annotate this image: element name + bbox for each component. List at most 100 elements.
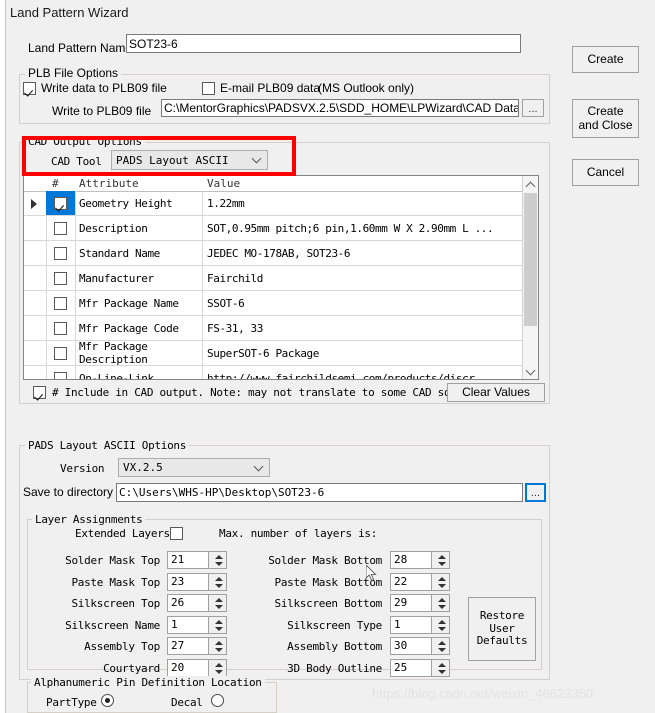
include-in-cad-output-checkbox[interactable] <box>33 386 46 399</box>
cad-tool-dropdown[interactable]: PADS Layout ASCII <box>111 150 268 170</box>
row-include-checkbox[interactable] <box>54 222 67 235</box>
spinner-down-icon[interactable] <box>432 625 449 633</box>
clear-values-button[interactable]: Clear Values <box>447 383 545 402</box>
scrollbar-thumb[interactable] <box>524 193 537 326</box>
row-checkbox-cell[interactable] <box>46 366 76 379</box>
row-value-cell[interactable]: SOT,0.95mm pitch;6 pin,1.60mm W X 2.90mm… <box>203 216 524 240</box>
spinner-up-icon[interactable] <box>432 617 449 625</box>
layer-right-spinner-1[interactable]: 22 <box>390 573 450 591</box>
layer-assignments-title: Layer Assignments <box>32 513 146 526</box>
layer-right-spinner-buttons-5[interactable] <box>431 660 449 676</box>
row-value-cell[interactable]: SSOT-6 <box>203 291 524 315</box>
spinner-up-icon[interactable] <box>432 552 449 560</box>
row-checkbox-cell[interactable] <box>46 241 76 265</box>
layer-right-spinner-buttons-2[interactable] <box>431 595 449 611</box>
save-to-directory-input[interactable]: C:\Users\WHS-HP\Desktop\SOT23-6 <box>116 483 523 502</box>
layer-right-spinner-buttons-4[interactable] <box>431 638 449 654</box>
column-header-number: # <box>52 177 59 190</box>
layer-right-label-2: Silkscreen Bottom <box>274 597 383 610</box>
land-pattern-name-input[interactable]: SOT23-6 <box>126 34 521 53</box>
email-plb09-data-checkbox[interactable] <box>202 82 215 95</box>
row-checkbox-cell[interactable] <box>46 316 76 340</box>
layer-right-spinner-buttons-1[interactable] <box>431 574 449 590</box>
version-value: VX.2.5 <box>123 461 163 474</box>
row-include-checkbox[interactable] <box>54 272 67 285</box>
row-attribute-text: Mfr Package Code <box>79 321 179 335</box>
table-vertical-scrollbar[interactable] <box>522 176 538 379</box>
spinner-down-icon[interactable] <box>432 668 449 676</box>
table-row[interactable]: Description SOT,0.95mm pitch;6 pin,1.60mm… <box>24 216 524 241</box>
restore-user-defaults-button[interactable]: Restore User Defaults <box>468 597 536 661</box>
table-row[interactable]: Standard Name JEDEC MO-178AB, SOT23-6 <box>24 241 524 266</box>
cancel-button[interactable]: Cancel <box>572 159 639 186</box>
row-checkbox-cell[interactable] <box>46 266 76 290</box>
row-attribute-text: Standard Name <box>79 246 160 260</box>
write-to-plb09-file-input[interactable]: C:\MentorGraphics\PADSVX.2.5\SDD_HOME\LP… <box>161 99 519 117</box>
parttype-radio[interactable] <box>101 694 114 707</box>
layer-right-value-3[interactable]: 1 <box>394 618 401 631</box>
layer-right-value-4[interactable]: 30 <box>394 639 407 652</box>
row-value-cell[interactable]: SuperSOT-6 Package <box>203 341 524 365</box>
row-value-cell[interactable]: http://www.fairchildsemi.com/products/di… <box>203 366 524 380</box>
layer-right-spinner-buttons-3[interactable] <box>431 617 449 633</box>
layer-right-value-2[interactable]: 29 <box>394 596 407 609</box>
decal-radio[interactable] <box>211 694 224 707</box>
spinner-down-icon[interactable] <box>432 582 449 590</box>
table-row[interactable]: Mfr Package Code FS-31, 33 <box>24 316 524 341</box>
layer-right-value-1[interactable]: 22 <box>394 575 407 588</box>
version-dropdown[interactable]: VX.2.5 <box>118 458 270 477</box>
row-value-cell[interactable]: JEDEC MO-178AB, SOT23-6 <box>203 241 524 265</box>
page-title: Land Pattern Wizard <box>10 5 129 20</box>
land-pattern-name-label: Land Pattern Name <box>28 41 133 55</box>
create-and-close-button[interactable]: Create and Close <box>572 99 639 138</box>
layer-right-spinner-buttons-0[interactable] <box>431 552 449 568</box>
row-checkbox-cell[interactable] <box>46 191 76 215</box>
row-include-checkbox[interactable] <box>54 297 67 310</box>
table-row[interactable]: Mfr Package Description SuperSOT-6 Packag… <box>24 340 524 366</box>
spinner-up-icon[interactable] <box>432 638 449 646</box>
extended-layers-checkbox[interactable] <box>170 527 183 540</box>
row-include-checkbox[interactable] <box>54 197 67 210</box>
row-indicator-cell <box>24 266 47 290</box>
row-include-checkbox[interactable] <box>54 247 67 260</box>
layer-right-spinner-2[interactable]: 29 <box>390 594 450 612</box>
create-button[interactable]: Create <box>572 46 639 73</box>
layer-right-spinner-3[interactable]: 1 <box>390 616 450 634</box>
row-checkbox-cell[interactable] <box>46 341 76 365</box>
parttype-label: PartType <box>46 696 97 709</box>
row-value-cell[interactable]: Fairchild <box>203 266 524 290</box>
save-to-directory-browse-button[interactable]: ... <box>525 483 546 502</box>
row-attribute-cell: Description <box>75 216 203 240</box>
row-value-cell[interactable]: 1.22mm <box>203 191 524 215</box>
write-to-plb09-browse-button[interactable]: ... <box>522 99 544 117</box>
scroll-down-icon[interactable] <box>523 363 538 379</box>
row-include-checkbox[interactable] <box>54 372 67 379</box>
spinner-up-icon[interactable] <box>432 660 449 668</box>
table-row[interactable]: Mfr Package Name SSOT-6 <box>24 291 524 316</box>
layer-right-spinner-4[interactable]: 30 <box>390 637 450 655</box>
row-checkbox-cell[interactable] <box>46 216 76 240</box>
layer-right-value-0[interactable]: 28 <box>394 553 407 566</box>
scroll-up-icon[interactable] <box>523 176 538 192</box>
write-data-to-plb09-checkbox[interactable] <box>23 82 36 95</box>
spinner-up-icon[interactable] <box>432 595 449 603</box>
spinner-down-icon[interactable] <box>432 560 449 568</box>
row-checkbox-cell[interactable] <box>46 291 76 315</box>
spinner-down-icon[interactable] <box>432 603 449 611</box>
row-include-checkbox[interactable] <box>54 322 67 335</box>
row-value-cell[interactable]: FS-31, 33 <box>203 316 524 340</box>
row-value-text: SSOT-6 <box>207 296 245 310</box>
layer-right-spinner-0[interactable]: 28 <box>390 551 450 569</box>
table-row[interactable]: Manufacturer Fairchild <box>24 266 524 291</box>
layer-right-spinner-5[interactable]: 25 <box>390 659 450 677</box>
spinner-up-icon[interactable] <box>432 574 449 582</box>
spinner-down-icon[interactable] <box>432 646 449 654</box>
layer-right-value-5[interactable]: 25 <box>394 661 407 674</box>
row-indicator-cell <box>24 291 47 315</box>
email-plb09-note: (MS Outlook only) <box>318 81 415 95</box>
cad-attributes-table[interactable]: # Attribute Value Geometry Height 1.22mm D… <box>23 175 539 380</box>
row-include-checkbox[interactable] <box>54 347 67 360</box>
extended-layers-label: Extended Layers <box>75 527 170 540</box>
table-row[interactable]: Geometry Height 1.22mm <box>24 191 524 216</box>
table-row[interactable]: On-Line-Link http://www.fairchildsemi.com… <box>24 366 524 380</box>
